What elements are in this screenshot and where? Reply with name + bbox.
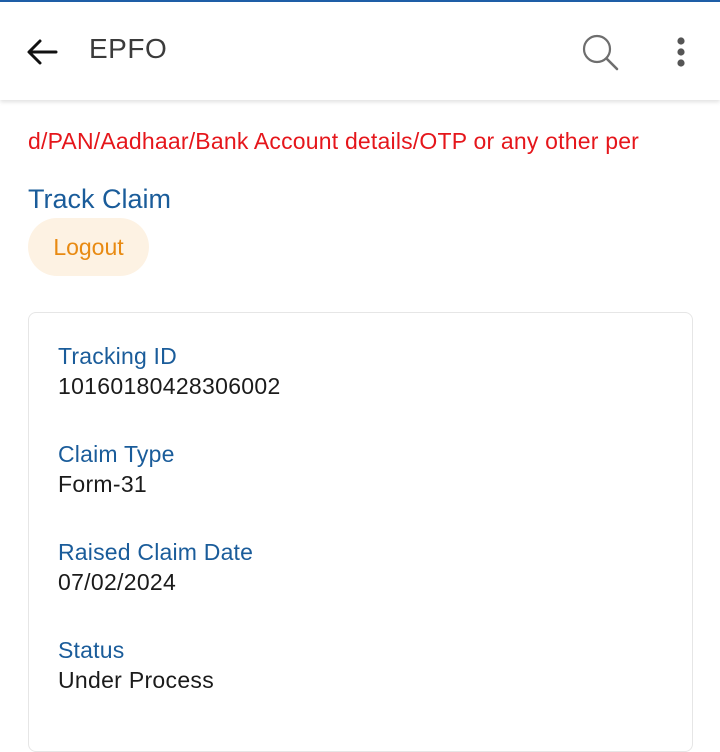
- claim-type-value: Form-31: [58, 471, 148, 497]
- raised-claim-date-label: Raised Claim Date: [58, 539, 254, 565]
- status-value: Under Process: [58, 667, 215, 693]
- back-button[interactable]: [22, 32, 62, 72]
- app-title: EPFO: [89, 33, 168, 64]
- security-notice-text: Do not share your UAN/Password/PAN/Aadha…: [28, 128, 640, 154]
- search-button[interactable]: [578, 30, 622, 74]
- raised-claim-date-value: 07/02/2024: [58, 569, 177, 595]
- app-bar: EPFO: [0, 2, 720, 100]
- status-field: Status Under Process: [58, 635, 214, 695]
- page-title: Track Claim: [28, 184, 172, 214]
- tracking-id-label: Tracking ID: [58, 343, 177, 369]
- more-vertical-icon: [677, 37, 685, 67]
- more-options-button[interactable]: [664, 32, 698, 72]
- claim-type-label: Claim Type: [58, 441, 175, 467]
- security-notice-marquee: Do not share your UAN/Password/PAN/Aadha…: [28, 126, 694, 162]
- raised-claim-date-field: Raised Claim Date 07/02/2024: [58, 537, 253, 597]
- search-icon: [582, 34, 619, 71]
- claim-details-card: Tracking ID 10160180428306002 Claim Type…: [28, 312, 693, 752]
- status-label: Status: [58, 637, 125, 663]
- tracking-id-value: 10160180428306002: [58, 373, 281, 399]
- arrow-left-icon: [27, 39, 58, 65]
- tracking-id-field: Tracking ID 10160180428306002: [58, 341, 281, 401]
- logout-button[interactable]: Logout: [28, 218, 149, 276]
- claim-type-field: Claim Type Form-31: [58, 439, 175, 499]
